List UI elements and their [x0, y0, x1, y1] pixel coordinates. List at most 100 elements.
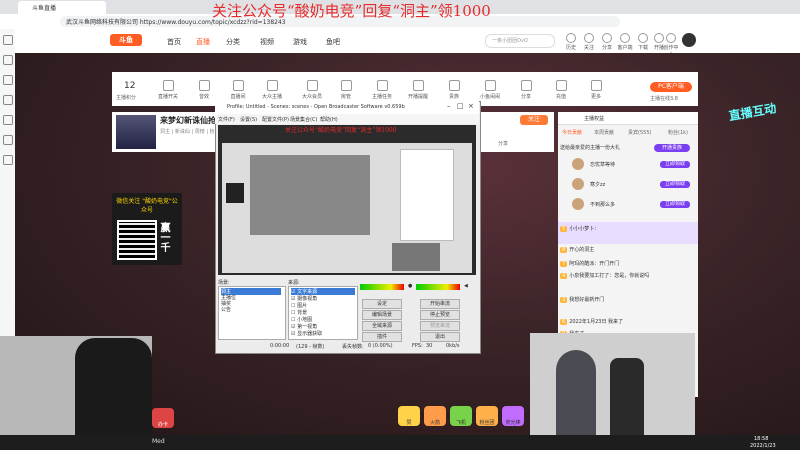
source-item-2[interactable]: ☐ 图片 — [291, 302, 307, 309]
gift-item-0[interactable]: 赞 — [398, 406, 420, 426]
room-icon — [232, 80, 244, 91]
obs-menu-scenes[interactable]: 场景集合(C) — [290, 116, 317, 123]
download-icon[interactable] — [3, 115, 13, 125]
scene-list[interactable]: 洞主 主播位 抽奖 公告 — [218, 286, 286, 340]
search-placeholder: 一条小团团OvO — [492, 38, 528, 44]
taskbar-app-label[interactable]: Med — [152, 438, 165, 445]
toolbar-item-6[interactable]: 主播任务 — [366, 80, 398, 100]
chat-header-title: 主播权益 — [584, 116, 605, 122]
qr-title: 微信关注 "酸奶电竞"公众号 — [116, 198, 178, 214]
chat-row-button-2[interactable]: 立即领取 — [660, 181, 690, 188]
history-icon[interactable] — [3, 75, 13, 85]
source-item-1[interactable]: ☑ 摄像视角 — [291, 295, 317, 302]
browser-tab[interactable]: 斗鱼直播 — [18, 1, 106, 14]
obs-menu-help[interactable]: 帮助(H) — [320, 116, 338, 123]
minimize-icon[interactable]: – — [447, 102, 451, 110]
gift-item-1[interactable]: 火箭 — [424, 406, 446, 426]
chat-avatar-2[interactable] — [572, 178, 584, 190]
toolbar-item-3[interactable]: 大众主播 — [256, 80, 288, 100]
obs-edit-scene-button[interactable]: 编辑场景 — [362, 310, 402, 320]
obs-menu-file[interactable]: 文件(F) — [218, 116, 235, 123]
obs-plugins-button[interactable]: 插件 — [362, 332, 402, 342]
toolbar-item-11[interactable]: 充值 — [545, 80, 577, 100]
mic-icon[interactable]: ● — [408, 283, 412, 289]
fans-label: 主播积分 — [116, 95, 137, 101]
source-item-3[interactable]: ☐ 背景 — [291, 309, 307, 316]
gift-item-3[interactable]: 粉丝团 — [476, 406, 498, 426]
chat-row-3: 不到那么多 — [590, 202, 616, 208]
obs-menu-profile[interactable]: 配置文件(P) — [262, 116, 289, 123]
noble-button[interactable]: 开通贵族 — [654, 144, 690, 152]
maximize-icon[interactable]: □ — [457, 102, 464, 110]
clock-date: 2022/1/23 — [750, 443, 776, 449]
chat-tab-vip[interactable]: 贵宾(555) — [628, 129, 651, 136]
status-time: 0:00:00 — [270, 343, 290, 349]
obs-settings-button[interactable]: 设定 — [362, 299, 402, 309]
monitor-icon — [620, 33, 630, 43]
gift-item-4[interactable]: 荧光棒 — [502, 406, 524, 426]
obs-menu-settings[interactable]: 设置(S) — [240, 116, 257, 123]
pc-client-button[interactable]: PC客户端 — [650, 82, 692, 92]
bookmark-icon[interactable] — [3, 35, 13, 45]
toolbar-item-5[interactable]: 房管 — [330, 80, 362, 100]
chat-tab-fans[interactable]: 粉丝(1k) — [668, 129, 688, 136]
star-icon[interactable] — [3, 55, 13, 65]
source-item-0[interactable]: ☑ 文字来源 — [291, 288, 355, 295]
speaker-icon[interactable]: ◀ — [464, 283, 468, 289]
obs-preview-stream-button[interactable]: 预览串流 — [420, 321, 460, 331]
chat-avatar-1[interactable] — [572, 158, 584, 170]
toolbar-item-12[interactable]: 更多 — [580, 80, 612, 100]
status-fps-label: FPS: — [412, 343, 423, 349]
chat-avatar-3[interactable] — [572, 198, 584, 210]
gift-item-2[interactable]: 飞机 — [450, 406, 472, 426]
chat-tab-week[interactable]: 本周贡献 — [594, 129, 614, 136]
nav-home[interactable]: 首页 — [167, 37, 181, 47]
share-button[interactable]: 分享 — [498, 140, 508, 147]
chat-icon[interactable] — [3, 135, 13, 145]
nav-games[interactable]: 游戏 — [293, 37, 307, 47]
toolbar-item-8[interactable]: 贵族 — [438, 80, 470, 100]
toolbar-item-9[interactable]: 小鱼闹闹 — [474, 80, 506, 100]
source-item-5[interactable]: ☑ 第一视角 — [291, 323, 317, 330]
scene-item-3[interactable]: 公告 — [221, 306, 231, 313]
toolbar-item-10[interactable]: 分享 — [510, 80, 542, 100]
toolbar-item-0[interactable]: 直播开关 — [152, 80, 184, 100]
search-input[interactable]: 一条小团团OvO — [485, 34, 555, 48]
close-icon[interactable]: × — [468, 102, 474, 110]
source-item-4[interactable]: ☐ 小地图 — [291, 316, 312, 323]
room-avatar[interactable] — [116, 115, 156, 149]
obs-start-stream-button[interactable]: 开始串流 — [420, 299, 460, 309]
chat-row-9: 6 2022年1月23日 我来了 — [560, 319, 624, 325]
follow-button[interactable]: 关注 — [520, 115, 548, 125]
shop-icon[interactable] — [3, 155, 13, 165]
user-avatar[interactable] — [682, 33, 696, 47]
obs-global-sources-button[interactable]: 全域来源 — [362, 321, 402, 331]
nested-capture — [250, 155, 370, 235]
gift-item-5[interactable]: 办卡 — [152, 408, 174, 428]
toolbar-item-4[interactable]: 大众会员 — [296, 80, 328, 100]
site-logo[interactable]: 斗鱼 — [110, 34, 142, 46]
obs-exit-button[interactable]: 退出 — [420, 332, 460, 342]
audio-meter-desktop — [416, 284, 460, 290]
chat-row-button-1[interactable]: 立即领取 — [660, 161, 690, 168]
chat-tab-today[interactable]: 今日贡献 — [562, 129, 582, 136]
obs-stop-preview-button[interactable]: 停止预览 — [420, 310, 460, 320]
chat-row-button-3[interactable]: 立即领取 — [660, 201, 690, 208]
source-list[interactable]: ☑ 文字来源 ☑ 摄像视角 ☐ 图片 ☐ 背景 ☐ 小地图 ☑ 第一视角 ☑ 显… — [288, 286, 358, 340]
nav-video[interactable]: 视频 — [260, 37, 274, 47]
alarm-icon — [412, 80, 424, 91]
toolbar-item-7[interactable]: 开播提醒 — [402, 80, 434, 100]
nav-category[interactable]: 分类 — [226, 37, 240, 47]
search-icon[interactable] — [3, 95, 13, 105]
nav-yuba[interactable]: 鱼吧 — [326, 37, 340, 47]
obs-status-bar: 0:00:00 (129 - 帧数) 丢失帧数: 0 (0.00%) FPS: … — [218, 342, 476, 350]
source-item-6[interactable]: ☑ 显示器获取 — [291, 330, 322, 337]
obs-titlebar[interactable]: Profile: Untitled - Scenes: scenes - Ope… — [215, 101, 479, 115]
qr-side-text: 赢一千 — [158, 222, 169, 252]
nav-live[interactable]: 直播 — [196, 37, 210, 47]
share-icon — [520, 80, 532, 91]
toolbar-item-2[interactable]: 直播间 — [222, 80, 254, 100]
chat-row-8: 3 我想好最新开门 — [560, 297, 605, 303]
sound-icon — [198, 80, 210, 91]
toolbar-item-1[interactable]: 音效 — [188, 80, 220, 100]
